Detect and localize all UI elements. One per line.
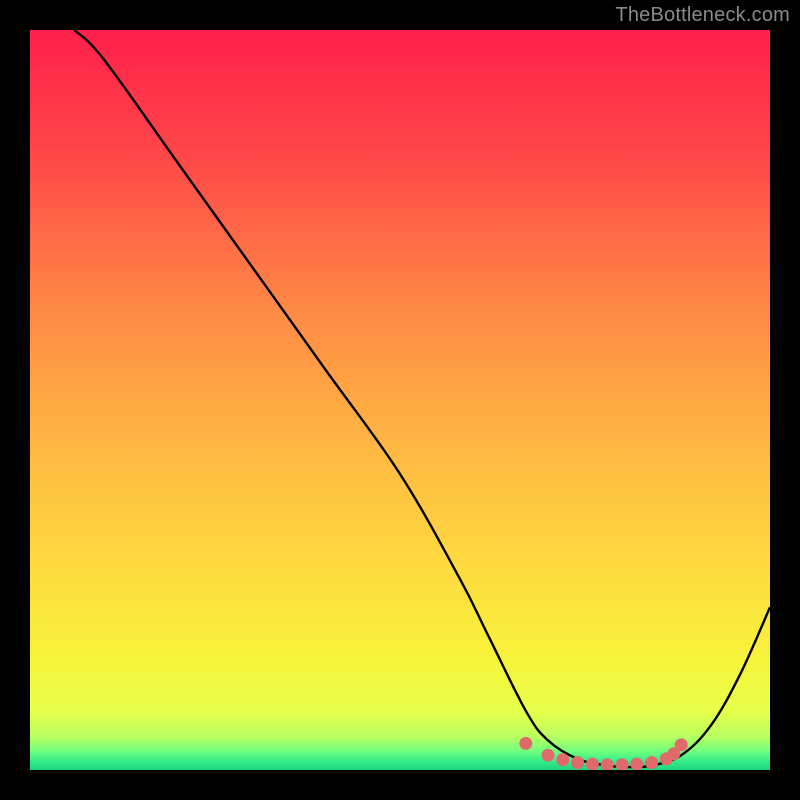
optimal-dot (542, 749, 555, 762)
attribution-text: TheBottleneck.com (615, 4, 790, 27)
chart-frame: TheBottleneck.com (0, 0, 800, 800)
optimal-dot (519, 737, 532, 750)
optimal-dot (586, 758, 599, 770)
optimal-dot (571, 756, 584, 769)
plot-area (30, 30, 770, 770)
optimal-dot (630, 758, 643, 770)
gradient-background (30, 30, 770, 770)
chart-svg (30, 30, 770, 770)
optimal-dot (675, 738, 688, 751)
optimal-dot (645, 756, 658, 769)
optimal-dot (556, 753, 569, 766)
